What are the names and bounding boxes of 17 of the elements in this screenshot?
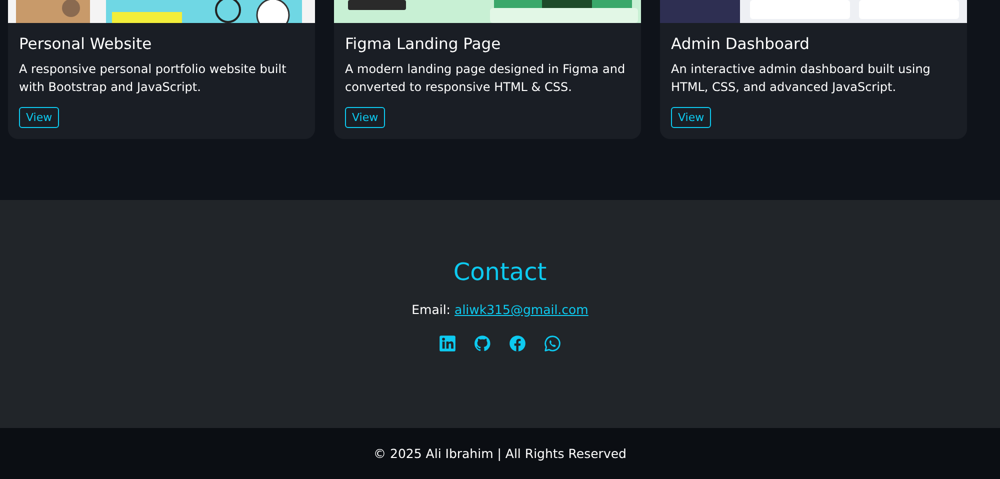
github-icon[interactable] <box>473 334 492 353</box>
view-button[interactable]: View <box>19 107 60 128</box>
project-description: An interactive admin dashboard built using HTML, CSS, and advanced JavaScript. <box>671 61 932 96</box>
project-title: Figma Landing Page <box>345 35 501 53</box>
view-button[interactable]: View <box>671 107 712 128</box>
project-description: A responsive personal portfolio website built with Bootstrap and JavaScript. <box>19 61 288 96</box>
view-button[interactable]: View <box>345 107 386 128</box>
project-title: Admin Dashboard <box>671 35 810 53</box>
whatsapp-icon[interactable] <box>543 334 562 353</box>
facebook-icon[interactable] <box>508 334 527 353</box>
project-title: Personal Website <box>19 35 152 53</box>
project-description: A modern landing page designed in Figma and converted to responsive HTML & CSS. <box>345 61 626 96</box>
section-heading: Contact <box>453 258 547 286</box>
email-link[interactable]: aliwk315@gmail.com <box>454 302 588 317</box>
copyright-text: © 2025 Ali Ibrahim | All Rights Reserved <box>374 446 626 461</box>
linkedin-icon[interactable] <box>438 334 457 353</box>
email-label: Email: <box>412 302 451 317</box>
